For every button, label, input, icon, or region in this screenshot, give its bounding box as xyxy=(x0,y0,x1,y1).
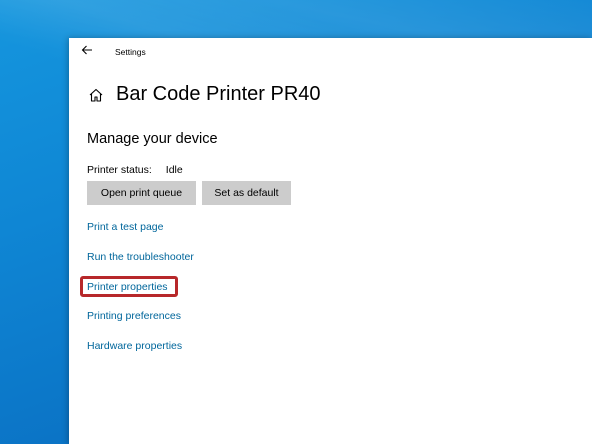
set-as-default-button[interactable]: Set as default xyxy=(202,181,291,205)
settings-window: Settings Bar Code Printer PR40 Manage yo… xyxy=(69,38,592,444)
print-test-page-link[interactable]: Print a test page xyxy=(87,221,163,233)
page-title: Bar Code Printer PR40 xyxy=(116,83,321,105)
page-header: Bar Code Printer PR40 xyxy=(88,83,321,106)
window-title: Settings xyxy=(115,47,146,57)
hardware-properties-link[interactable]: Hardware properties xyxy=(87,340,182,352)
back-button[interactable] xyxy=(69,38,105,66)
printer-status: Printer status: Idle xyxy=(87,164,183,176)
home-icon[interactable] xyxy=(88,87,104,103)
run-troubleshooter-link[interactable]: Run the troubleshooter xyxy=(87,251,194,263)
printer-status-value: Idle xyxy=(165,164,183,176)
title-bar: Settings xyxy=(69,38,592,66)
back-arrow-icon xyxy=(81,43,93,61)
printing-preferences-link[interactable]: Printing preferences xyxy=(87,310,181,322)
printer-status-label: Printer status: xyxy=(87,164,152,176)
printer-properties-link[interactable]: Printer properties xyxy=(87,281,168,293)
open-print-queue-button[interactable]: Open print queue xyxy=(87,181,196,205)
section-title: Manage your device xyxy=(87,131,218,147)
